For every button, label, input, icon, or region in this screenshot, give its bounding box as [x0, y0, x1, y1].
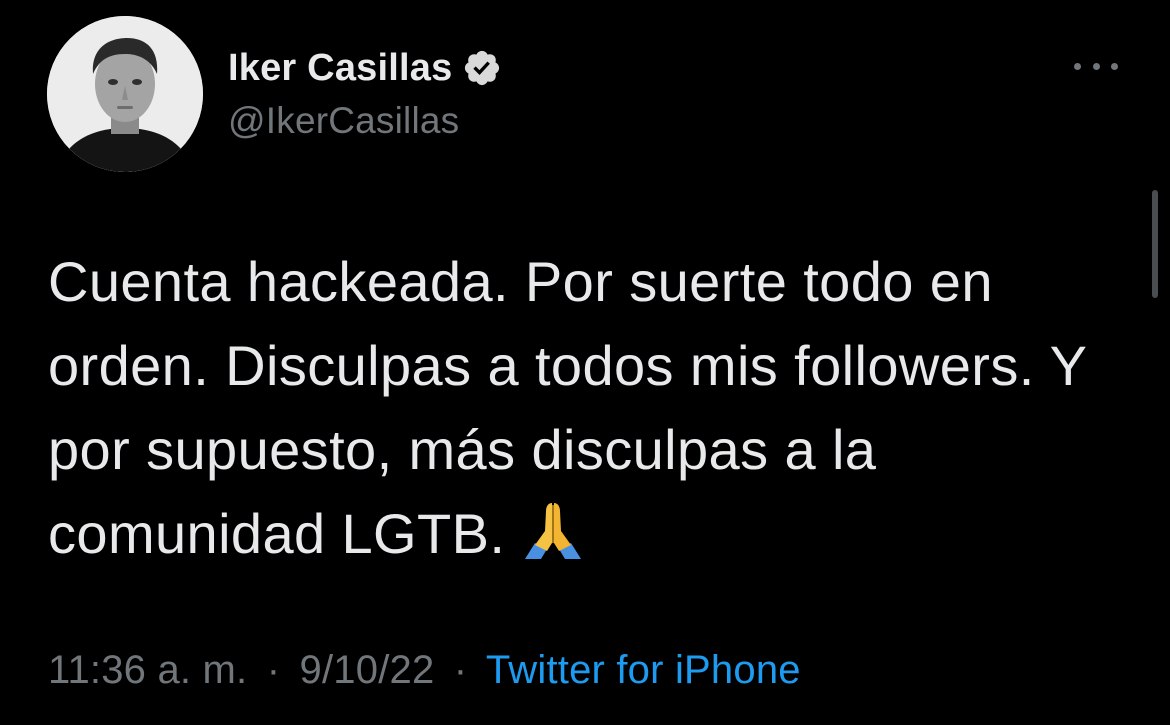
more-options-icon[interactable]	[1074, 56, 1118, 76]
more-dot	[1111, 62, 1118, 70]
folded-hands-icon	[521, 497, 585, 561]
scrollbar[interactable]	[1152, 190, 1158, 298]
more-dot	[1092, 62, 1100, 70]
meta-separator: ·	[453, 648, 468, 692]
author-display-name[interactable]: Iker Casillas	[228, 47, 452, 90]
meta-separator: ·	[266, 648, 281, 692]
tweet-meta: 11:36 a. m. · 9/10/22 · Twitter for iPho…	[48, 648, 801, 693]
tweet-date[interactable]: 9/10/22	[300, 648, 435, 692]
author-handle[interactable]: @IkerCasillas	[228, 100, 459, 142]
tweet-time[interactable]: 11:36 a. m.	[48, 648, 247, 692]
more-dot	[1074, 62, 1081, 70]
author-name-row[interactable]: Iker Casillas	[228, 44, 502, 92]
verified-badge-icon	[462, 48, 502, 88]
avatar[interactable]	[47, 16, 203, 172]
tweet[interactable]: Iker Casillas @IkerCasillas Cuenta hacke…	[0, 0, 1170, 725]
tweet-text: Cuenta hackeada. Por suerte todo en orde…	[48, 240, 1128, 576]
tweet-source-link[interactable]: Twitter for iPhone	[486, 648, 801, 692]
